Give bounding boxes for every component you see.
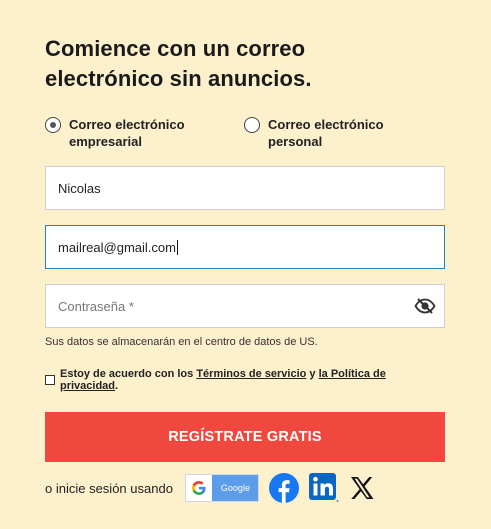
radio-personal-label-line2: personal bbox=[268, 134, 323, 149]
consent-suffix: . bbox=[115, 380, 119, 392]
consent-prefix: Estoy de acuerdo con los bbox=[60, 368, 197, 380]
terms-checkbox[interactable] bbox=[45, 375, 55, 385]
signup-panel: Comience con un correo electrónico sin a… bbox=[45, 34, 445, 504]
radio-business-email[interactable]: Correo electrónico empresarial bbox=[45, 116, 244, 150]
page-title-line2: electrónico sin anuncios. bbox=[45, 66, 312, 91]
text-caret bbox=[176, 239, 178, 255]
password-placeholder: Contraseña * bbox=[58, 298, 134, 314]
radio-business-label-line1: Correo electrónico bbox=[69, 117, 185, 132]
x-icon[interactable] bbox=[349, 475, 375, 501]
password-field[interactable]: Contraseña * bbox=[45, 284, 445, 328]
facebook-icon[interactable] bbox=[268, 473, 299, 503]
name-value: Nicolas bbox=[58, 180, 101, 196]
data-center-note: Sus datos se almacenarán en el centro de… bbox=[45, 336, 318, 348]
name-field[interactable]: Nicolas bbox=[45, 166, 445, 210]
radio-business-label-line2: empresarial bbox=[69, 134, 142, 149]
social-login-label: o inicie sesión usando bbox=[45, 480, 173, 496]
radio-checked-icon[interactable] bbox=[45, 117, 61, 133]
account-type-group: Correo electrónico empresarial Correo el… bbox=[45, 116, 445, 150]
terms-of-service-link[interactable]: Términos de servicio bbox=[196, 368, 306, 380]
radio-unchecked-icon[interactable] bbox=[244, 117, 260, 133]
linkedin-icon[interactable] bbox=[308, 473, 339, 503]
email-value: mailreal@gmail.com bbox=[58, 239, 176, 255]
email-field[interactable]: mailreal@gmail.com bbox=[45, 225, 445, 269]
signup-button[interactable]: REGÍSTRATE GRATIS bbox=[45, 412, 445, 462]
terms-consent: Estoy de acuerdo con los Términos de ser… bbox=[45, 368, 445, 392]
page-title-line1: Comience con un correo bbox=[45, 36, 306, 61]
consent-text: Estoy de acuerdo con los Términos de ser… bbox=[60, 368, 445, 392]
page-title: Comience con un correo electrónico sin a… bbox=[45, 34, 445, 94]
radio-personal-email[interactable]: Correo electrónico personal bbox=[244, 116, 408, 150]
google-signin-button[interactable]: Google bbox=[184, 474, 259, 502]
consent-middle: y bbox=[306, 368, 319, 380]
eye-slash-icon[interactable] bbox=[414, 297, 436, 315]
radio-personal-label-line1: Correo electrónico bbox=[268, 117, 384, 132]
social-login-row: o inicie sesión usando Google bbox=[45, 472, 445, 504]
radio-business-label: Correo electrónico empresarial bbox=[69, 116, 209, 150]
radio-personal-label: Correo electrónico personal bbox=[268, 116, 408, 150]
google-label: Google bbox=[220, 483, 250, 493]
google-icon bbox=[185, 475, 212, 501]
